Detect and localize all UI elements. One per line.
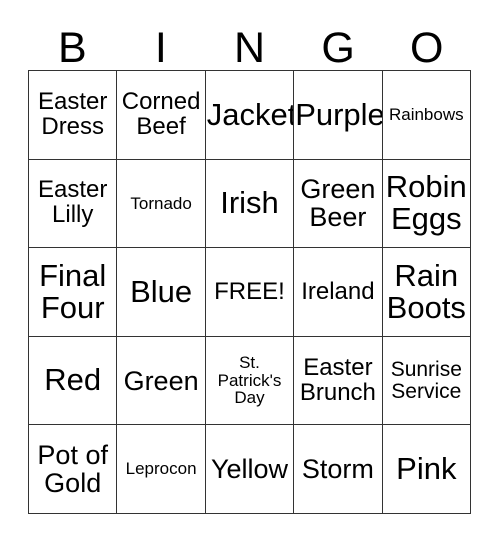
bingo-cell-label: Purple	[295, 96, 383, 132]
bingo-cell-label: Rain Boots	[386, 257, 466, 325]
bingo-cell-label: Easter Brunch	[299, 353, 376, 406]
bingo-cell[interactable]: Easter Lilly	[29, 159, 118, 249]
bingo-cell[interactable]: Pot of Gold	[29, 425, 118, 514]
bingo-cell[interactable]: Tornado	[117, 159, 206, 249]
bingo-cell[interactable]: Rainbows	[382, 71, 471, 160]
bingo-cell[interactable]: Corned Beef	[117, 71, 206, 160]
bingo-card: B I N G O Easter Dress Corned Beef Jacket P…	[0, 0, 500, 544]
bingo-cell-label: Ireland	[301, 277, 375, 305]
bingo-cell[interactable]: Green Beer	[294, 159, 383, 249]
bingo-cell[interactable]: Ireland	[294, 248, 383, 337]
bingo-cell[interactable]: Sunrise Service	[382, 336, 471, 426]
bingo-cell-label: Irish	[220, 185, 279, 221]
bingo-cell[interactable]: Irish	[205, 159, 295, 249]
bingo-cell[interactable]: Easter Brunch	[294, 336, 383, 426]
bingo-cell[interactable]: Red	[29, 336, 118, 426]
bingo-cell-label: St. Patrick's Day	[217, 353, 282, 408]
bingo-cell[interactable]: Rain Boots	[382, 248, 471, 337]
bingo-grid: Easter Dress Corned Beef Jacket Purple Rainb…	[28, 70, 471, 514]
bingo-cell-label: Red	[44, 362, 102, 398]
bingo-cell[interactable]: Pink	[382, 425, 471, 514]
bingo-cell-label: Green	[123, 365, 199, 396]
bingo-cell-label: Tornado	[130, 193, 192, 213]
header-letter-b: B	[57, 24, 87, 72]
header-cell-n: N	[205, 18, 294, 70]
bingo-cell[interactable]: Final Four	[29, 248, 118, 337]
bingo-cell-label: Blue	[130, 273, 193, 309]
bingo-cell-label: Easter Lilly	[38, 176, 108, 229]
header-cell-g: G	[294, 18, 383, 70]
bingo-cell[interactable]: Robin Eggs	[382, 159, 471, 249]
bingo-cell-label: FREE!	[214, 277, 285, 305]
bingo-cell-label: Robin Eggs	[385, 169, 467, 237]
bingo-cell[interactable]: Yellow	[205, 425, 295, 514]
header-cell-i: I	[117, 18, 206, 70]
bingo-cell-label: Easter Dress	[38, 87, 108, 140]
header-cell-b: B	[28, 18, 117, 70]
bingo-cell[interactable]: St. Patrick's Day	[205, 336, 295, 426]
header-letter-o: O	[409, 24, 444, 72]
header-letter-g: G	[321, 24, 355, 72]
bingo-cell-label: Leprocon	[125, 459, 197, 479]
header-cell-o: O	[382, 18, 471, 70]
bingo-cell-label: Green Beer	[300, 174, 376, 233]
bingo-free-space[interactable]: FREE!	[205, 248, 295, 337]
bingo-cell-label: Pot of Gold	[37, 440, 108, 499]
header-letter-n: N	[233, 24, 266, 72]
bingo-cell-label: Jacket	[206, 96, 295, 132]
header-letter-i: I	[154, 24, 167, 72]
bingo-cell-label: Yellow	[210, 454, 289, 485]
bingo-cell-label: Final Four	[39, 257, 107, 325]
bingo-cell-label: Storm	[301, 454, 374, 485]
bingo-cell[interactable]: Jacket	[205, 71, 295, 160]
bingo-cell[interactable]: Leprocon	[117, 425, 206, 514]
bingo-cell[interactable]: Purple	[294, 71, 383, 160]
bingo-cell-label: Sunrise Service	[390, 357, 462, 403]
bingo-cell[interactable]: Easter Dress	[29, 71, 118, 160]
bingo-cell-label: Pink	[396, 451, 457, 487]
bingo-cell-label: Rainbows	[388, 104, 464, 124]
bingo-cell[interactable]: Blue	[117, 248, 206, 337]
bingo-header: B I N G O	[28, 18, 471, 70]
bingo-cell[interactable]: Storm	[294, 425, 383, 514]
bingo-cell[interactable]: Green	[117, 336, 206, 426]
bingo-cell-label: Corned Beef	[121, 87, 201, 140]
